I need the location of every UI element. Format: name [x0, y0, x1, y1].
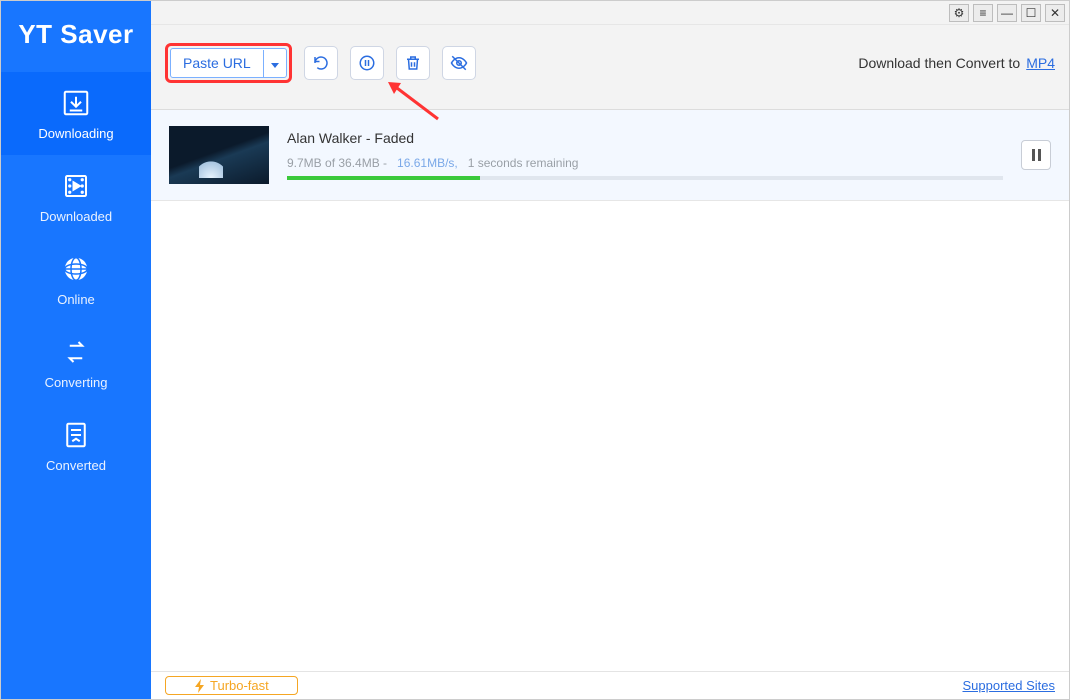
download-item[interactable]: Alan Walker - Faded 9.7MB of 36.4MB - 16… [151, 110, 1069, 201]
turbo-label: Turbo-fast [210, 678, 269, 693]
convert-icon [59, 335, 93, 369]
converted-file-icon [59, 418, 93, 452]
paste-url-dropdown[interactable] [263, 50, 286, 77]
toolbar: Paste URL Download then Convert [151, 25, 1069, 110]
download-title: Alan Walker - Faded [287, 130, 1003, 146]
paste-url-highlight: Paste URL [165, 43, 292, 83]
convert-format-link[interactable]: MP4 [1026, 55, 1055, 71]
maximize-button[interactable]: ☐ [1021, 4, 1041, 22]
sidebar-item-label: Downloaded [40, 209, 112, 224]
download-info: Alan Walker - Faded 9.7MB of 36.4MB - 16… [287, 130, 1003, 180]
menu-button[interactable]: ≡ [973, 4, 993, 22]
download-eta: 1 seconds remaining [468, 156, 579, 170]
refresh-icon [312, 54, 330, 72]
progress-track [287, 176, 1003, 180]
footer-bar: Turbo-fast Supported Sites [151, 671, 1069, 699]
sidebar-item-label: Downloading [38, 126, 113, 141]
supported-sites-link[interactable]: Supported Sites [962, 678, 1055, 693]
eye-off-icon [450, 54, 468, 72]
convert-target-row: Download then Convert to MP4 [858, 55, 1055, 71]
download-speed: 16.61MB/s, [397, 156, 458, 170]
trash-icon [404, 54, 422, 72]
video-file-icon [59, 169, 93, 203]
bolt-icon [194, 679, 206, 693]
download-stats: 9.7MB of 36.4MB - 16.61MB/s, 1 seconds r… [287, 156, 1003, 170]
paste-url-label: Paste URL [171, 49, 263, 77]
main-panel: ⚙ ≡ — ☐ ✕ Paste URL [151, 1, 1069, 699]
sidebar-item-downloading[interactable]: Downloading [1, 72, 151, 155]
refresh-button[interactable] [304, 46, 338, 80]
sidebar: YT Saver Downloading Downloaded Online C… [1, 1, 151, 699]
sidebar-item-converted[interactable]: Converted [1, 404, 151, 487]
pause-all-button[interactable] [350, 46, 384, 80]
sidebar-item-label: Online [57, 292, 95, 307]
app-logo: YT Saver [1, 19, 151, 50]
progress-fill [287, 176, 480, 180]
paste-url-button[interactable]: Paste URL [170, 48, 287, 78]
minimize-button[interactable]: — [997, 4, 1017, 22]
sidebar-item-label: Converting [45, 375, 108, 390]
download-thumbnail [169, 126, 269, 184]
sidebar-item-online[interactable]: Online [1, 238, 151, 321]
empty-content-area [151, 201, 1069, 671]
sidebar-item-downloaded[interactable]: Downloaded [1, 155, 151, 238]
sidebar-item-converting[interactable]: Converting [1, 321, 151, 404]
pause-download-button[interactable] [1021, 140, 1051, 170]
close-button[interactable]: ✕ [1045, 4, 1065, 22]
pause-circle-icon [358, 54, 376, 72]
download-icon [59, 86, 93, 120]
turbo-fast-button[interactable]: Turbo-fast [165, 676, 298, 695]
convert-label: Download then Convert to [858, 55, 1020, 71]
app-window: YT Saver Downloading Downloaded Online C… [0, 0, 1070, 700]
delete-button[interactable] [396, 46, 430, 80]
download-progress-text: 9.7MB of 36.4MB - [287, 156, 387, 170]
globe-icon [59, 252, 93, 286]
window-title-bar: ⚙ ≡ — ☐ ✕ [151, 1, 1069, 25]
settings-button[interactable]: ⚙ [949, 4, 969, 22]
hide-button[interactable] [442, 46, 476, 80]
sidebar-item-label: Converted [46, 458, 106, 473]
